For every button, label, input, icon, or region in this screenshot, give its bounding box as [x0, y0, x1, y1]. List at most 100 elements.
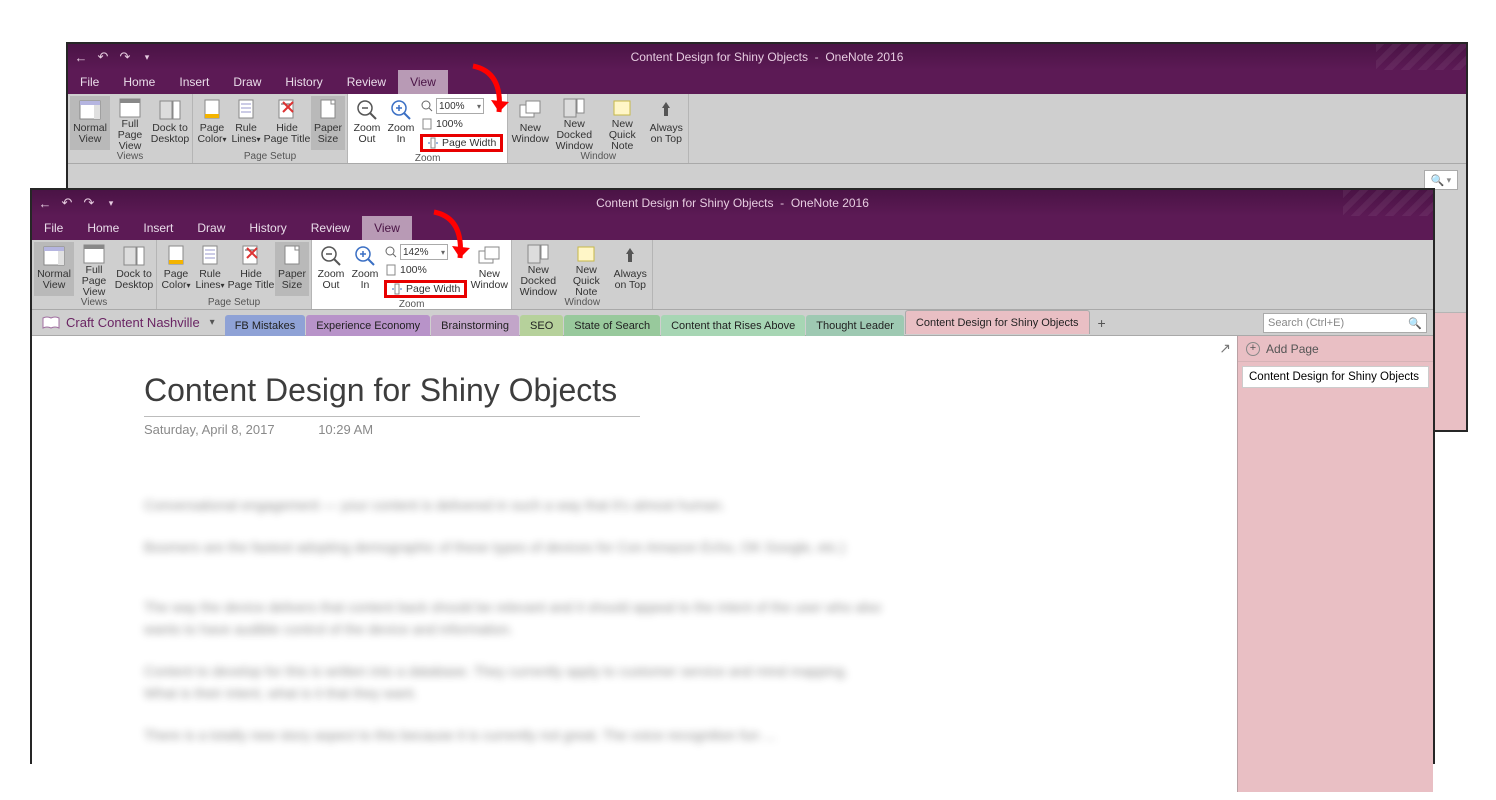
section-tab[interactable]: Experience Economy — [306, 315, 430, 337]
paper-size-button[interactable]: Paper Size — [275, 242, 309, 296]
page-color-button[interactable]: Page Color▾ — [159, 242, 193, 296]
page-list-item[interactable]: Content Design for Shiny Objects — [1242, 366, 1429, 388]
dock-to-desktop-button[interactable]: Dock to Desktop — [150, 96, 190, 150]
page-meta: Saturday, April 8, 2017 10:29 AM — [144, 422, 373, 437]
zoom-in-button[interactable]: Zoom In — [384, 96, 418, 150]
new-quick-note-icon — [574, 244, 598, 264]
dock-to-desktop-icon — [158, 98, 182, 122]
rule-lines-button[interactable]: Rule Lines▾ — [229, 96, 263, 150]
page-width-button[interactable]: Page Width — [384, 280, 467, 298]
qat-customize-icon[interactable]: ▾ — [102, 194, 120, 212]
expand-icon[interactable]: ↗ — [1219, 340, 1231, 357]
tab-view[interactable]: View — [398, 70, 448, 94]
tab-home[interactable]: Home — [75, 216, 131, 240]
redo-icon[interactable]: ↷ — [116, 48, 134, 66]
blurred-content: Conversational engagement — your content… — [144, 494, 864, 516]
zoom-100-button[interactable]: 100% — [400, 264, 427, 276]
hide-page-title-icon — [275, 98, 299, 122]
page-icon — [384, 263, 398, 277]
zoom-out-button[interactable]: Zoom Out — [314, 242, 348, 296]
full-page-view-button[interactable]: Full Page View — [110, 96, 150, 150]
zoom-100-button[interactable]: 100% — [436, 118, 463, 130]
chevron-down-icon[interactable]: ▾ — [441, 248, 445, 257]
redo-icon[interactable]: ↷ — [80, 194, 98, 212]
tab-insert[interactable]: Insert — [167, 70, 221, 94]
section-tab[interactable]: Content that Rises Above — [661, 315, 805, 337]
undo-icon[interactable]: ↶ — [58, 194, 76, 212]
section-tab-active[interactable]: Content Design for Shiny Objects — [905, 310, 1090, 334]
notebook-bar: Craft Content Nashville ▾ FB MistakesExp… — [32, 310, 1433, 336]
window-title: Content Design for Shiny Objects - OneNo… — [68, 50, 1466, 64]
pin-icon — [654, 98, 678, 122]
page-canvas[interactable]: ↗ Content Design for Shiny Objects Satur… — [32, 336, 1237, 792]
hide-page-title-button[interactable]: Hide Page Title — [227, 242, 275, 296]
tab-history[interactable]: History — [273, 70, 334, 94]
dock-to-desktop-button[interactable]: Dock to Desktop — [114, 242, 154, 296]
section-tab[interactable]: SEO — [520, 315, 563, 337]
tab-home[interactable]: Home — [111, 70, 167, 94]
zoom-in-button[interactable]: Zoom In — [348, 242, 382, 296]
normal-view-button[interactable]: Normal View — [34, 242, 74, 296]
new-docked-window-button[interactable]: New Docked Window — [550, 96, 598, 150]
page-color-button[interactable]: Page Color▾ — [195, 96, 229, 150]
ribbon-group-label: Views — [117, 150, 144, 164]
tab-draw[interactable]: Draw — [221, 70, 273, 94]
new-quick-note-button[interactable]: New Quick Note — [598, 96, 646, 150]
page-wrapper: ↗ Content Design for Shiny Objects Satur… — [32, 336, 1433, 792]
new-docked-window-button[interactable]: New Docked Window — [514, 242, 562, 296]
paper-size-button[interactable]: Paper Size — [311, 96, 345, 150]
tab-file[interactable]: File — [68, 70, 111, 94]
back-icon[interactable]: ← — [72, 48, 90, 66]
search-input[interactable]: Search (Ctrl+E) 🔍 — [1263, 313, 1427, 333]
add-section-button[interactable]: + — [1091, 310, 1113, 335]
magnifier-icon — [384, 245, 398, 259]
tab-history[interactable]: History — [237, 216, 298, 240]
quick-access-toolbar: ← ↶ ↷ ▾ — [72, 48, 156, 66]
section-tab[interactable]: Thought Leader — [806, 315, 904, 337]
ribbon-group-window: New Window New Docked Window New Quick N… — [508, 94, 689, 163]
zoom-level-combo[interactable]: 142%▾ — [400, 244, 448, 260]
ribbon-group-page-setup: Page Color▾ Rule Lines▾ Hide Page Title … — [157, 240, 312, 309]
titlebar-decoration — [1343, 190, 1433, 216]
tab-review[interactable]: Review — [299, 216, 362, 240]
new-window-button[interactable]: New Window — [510, 96, 550, 150]
qat-customize-icon[interactable]: ▾ — [138, 48, 156, 66]
back-icon[interactable]: ← — [36, 194, 54, 212]
always-on-top-button[interactable]: Always on Top — [610, 242, 650, 296]
tab-file[interactable]: File — [32, 216, 75, 240]
rule-lines-button[interactable]: Rule Lines▾ — [193, 242, 227, 296]
tab-insert[interactable]: Insert — [131, 216, 185, 240]
page-time: 10:29 AM — [318, 422, 373, 437]
chevron-down-icon[interactable]: ▾ — [477, 102, 481, 111]
zoom-level-combo[interactable]: 100%▾ — [436, 98, 484, 114]
section-tab[interactable]: State of Search — [564, 315, 660, 337]
title-bar: ← ↶ ↷ ▾ Content Design for Shiny Objects… — [68, 44, 1466, 70]
blurred-content: The way the device delivers that content… — [144, 596, 904, 640]
undo-icon[interactable]: ↶ — [94, 48, 112, 66]
always-on-top-button[interactable]: Always on Top — [646, 96, 686, 150]
paper-size-icon — [316, 98, 340, 122]
notebook-icon — [42, 316, 60, 330]
section-tab[interactable]: Brainstorming — [431, 315, 519, 337]
full-page-view-icon — [82, 244, 106, 264]
hide-page-title-button[interactable]: Hide Page Title — [263, 96, 311, 150]
search-dropdown-peek[interactable]: 🔍▾ — [1424, 170, 1458, 190]
new-window-button[interactable]: New Window — [469, 242, 509, 296]
section-tab[interactable]: FB Mistakes — [225, 315, 306, 337]
page-title[interactable]: Content Design for Shiny Objects — [144, 372, 617, 409]
add-page-button[interactable]: + Add Page — [1238, 336, 1433, 362]
plus-icon: + — [1246, 342, 1260, 356]
hide-page-title-icon — [239, 244, 263, 268]
full-page-view-button[interactable]: Full Page View — [74, 242, 114, 296]
page-width-button[interactable]: Page Width — [420, 134, 503, 152]
tab-view[interactable]: View — [362, 216, 412, 240]
zoom-out-button[interactable]: Zoom Out — [350, 96, 384, 150]
new-quick-note-button[interactable]: New Quick Note — [562, 242, 610, 296]
titlebar-decoration — [1376, 44, 1466, 70]
blurred-content: There is a totally new story aspect to t… — [144, 724, 884, 746]
normal-view-button[interactable]: Normal View — [70, 96, 110, 150]
chevron-down-icon[interactable]: ▾ — [210, 317, 215, 328]
tab-review[interactable]: Review — [335, 70, 398, 94]
notebook-selector[interactable]: Craft Content Nashville ▾ — [32, 310, 225, 335]
tab-draw[interactable]: Draw — [185, 216, 237, 240]
